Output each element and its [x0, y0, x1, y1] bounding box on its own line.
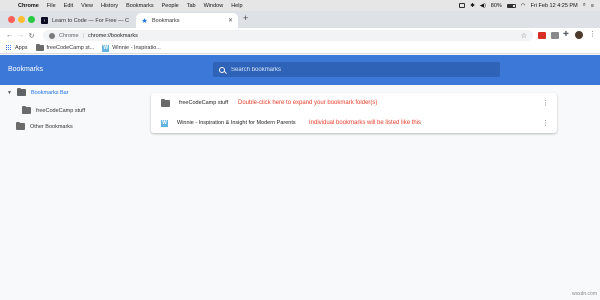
bookmarks-bar-apps[interactable]: Apps	[6, 45, 28, 51]
search-input[interactable]	[231, 66, 471, 73]
close-tab-icon[interactable]: ✕	[228, 17, 233, 24]
bookmark-name: Winnie - Inspiration & Insight for Moder…	[177, 120, 296, 126]
browser-menu-icon[interactable]: ⋮	[589, 30, 596, 38]
dropbox-icon[interactable]	[459, 3, 466, 8]
page-title: Bookmarks	[8, 66, 44, 73]
bookmarks-content: ▼ Bookmarks Bar freeCodeCamp stuff Other…	[0, 85, 600, 300]
toolbar: ← → ↻ Chrome | chrome://bookmarks ☆ ✚ ⋮	[0, 28, 600, 43]
wifi-icon[interactable]: ◠	[521, 3, 526, 9]
menu-history[interactable]: History	[97, 3, 122, 9]
bookmarks-bar-label: Winnie - Inspiratio...	[112, 45, 161, 51]
address-separator: |	[82, 32, 84, 39]
list-item[interactable]: W Winnie - Inspiration & Insight for Mod…	[151, 113, 557, 133]
menu-file[interactable]: File	[43, 3, 60, 9]
bookmark-name: freeCodeCamp stuff	[179, 100, 229, 106]
winnie-favicon: W	[102, 44, 110, 52]
extensions-puzzle-icon[interactable]: ✚	[563, 30, 569, 38]
annotation-text: Double-click here to expand your bookmar…	[238, 100, 378, 106]
watermark: wsxdn.com	[571, 291, 597, 297]
bookmark-star-icon[interactable]: ☆	[521, 32, 527, 40]
volume-icon[interactable]: ◀)	[480, 3, 486, 9]
tree-item-label: Bookmarks Bar	[30, 89, 69, 96]
menu-view[interactable]: View	[77, 3, 97, 9]
menu-tab[interactable]: Tab	[183, 3, 200, 9]
star-icon: ★	[141, 17, 148, 25]
bookmarks-bar-label: freeCodeCamp st...	[46, 45, 95, 51]
minimize-window-button[interactable]	[18, 16, 25, 23]
chrome-scheme-icon	[49, 32, 55, 39]
forward-icon[interactable]: →	[15, 32, 26, 39]
bookmark-list: freeCodeCamp stuff Double-click here to …	[151, 93, 557, 133]
address-scheme: Chrome	[59, 32, 79, 39]
menu-edit[interactable]: Edit	[60, 3, 77, 9]
tab-label: Bookmarks	[152, 17, 180, 24]
bookmarks-header: Bookmarks	[0, 55, 600, 85]
reload-icon[interactable]: ↻	[26, 32, 37, 40]
tree-item-freecodecamp[interactable]: freeCodeCamp stuff	[22, 106, 86, 114]
tab-freecodecamp[interactable]: › Learn to Code — For Free — C	[36, 13, 136, 28]
menu-help[interactable]: Help	[227, 3, 246, 9]
screen: Chrome File Edit View History Bookmarks …	[0, 0, 600, 300]
folder-icon	[16, 88, 26, 96]
address-url: chrome://bookmarks	[88, 32, 138, 39]
bookmarks-bar-freecodecamp-folder[interactable]: freeCodeCamp st...	[35, 44, 95, 51]
menu-people[interactable]: People	[158, 3, 183, 9]
folder-icon	[35, 44, 44, 51]
annotation-text: Individual bookmarks will be listed like…	[309, 120, 422, 126]
menu-chrome[interactable]: Chrome	[14, 3, 43, 9]
list-item[interactable]: freeCodeCamp stuff Double-click here to …	[151, 93, 557, 113]
address-bar[interactable]: Chrome | chrome://bookmarks ☆	[43, 30, 533, 41]
menu-window[interactable]: Window	[200, 3, 228, 9]
tree-item-label: Other Bookmarks	[30, 123, 73, 130]
tab-strip: › Learn to Code — For Free — C ★ Bookmar…	[0, 11, 600, 28]
more-options-icon[interactable]: ⋮	[542, 99, 549, 107]
back-icon[interactable]: ←	[4, 32, 15, 39]
extension-grey-icon[interactable]	[551, 32, 559, 39]
caret-down-icon[interactable]: ▼	[7, 90, 12, 96]
clock[interactable]: Fri Feb 12 4:25 PM	[531, 3, 578, 9]
freecodecamp-icon: ›	[41, 17, 48, 24]
menu-bookmarks[interactable]: Bookmarks	[122, 3, 158, 9]
battery-percent: 80%	[490, 2, 502, 9]
fullscreen-window-button[interactable]	[28, 16, 35, 23]
bookmarks-bar-winnie[interactable]: W Winnie - Inspiratio...	[102, 44, 161, 52]
folder-icon	[16, 122, 25, 130]
winnie-favicon: W	[161, 119, 168, 127]
extension-red-icon[interactable]	[538, 32, 546, 39]
control-center-icon[interactable]: ≡	[591, 3, 594, 9]
close-window-button[interactable]	[8, 16, 15, 23]
tab-label: Learn to Code — For Free — C	[52, 17, 130, 24]
search-menu-icon[interactable]: ⌕	[583, 2, 586, 9]
folder-icon	[161, 98, 170, 107]
search-box[interactable]	[213, 62, 500, 77]
apps-grid-icon	[6, 45, 12, 51]
battery-icon[interactable]	[506, 3, 516, 8]
tree-item-bookmarks-bar[interactable]: ▼ Bookmarks Bar	[7, 88, 69, 96]
folder-icon	[22, 106, 31, 114]
more-options-icon[interactable]: ⋮	[542, 119, 549, 127]
tree-item-other-bookmarks[interactable]: Other Bookmarks	[16, 122, 73, 130]
profile-avatar[interactable]	[575, 31, 583, 39]
bluetooth-icon[interactable]: ✱	[470, 3, 475, 9]
bookmarks-bar-label: Apps	[15, 45, 28, 51]
tree-item-label: freeCodeCamp stuff	[36, 107, 86, 114]
menu-bar: Chrome File Edit View History Bookmarks …	[0, 0, 600, 11]
tab-bookmarks[interactable]: ★ Bookmarks ✕	[136, 13, 238, 28]
new-tab-button[interactable]: +	[243, 13, 248, 23]
search-icon	[219, 66, 225, 73]
bookmarks-bar: Apps freeCodeCamp st... W Winnie - Inspi…	[0, 43, 600, 54]
